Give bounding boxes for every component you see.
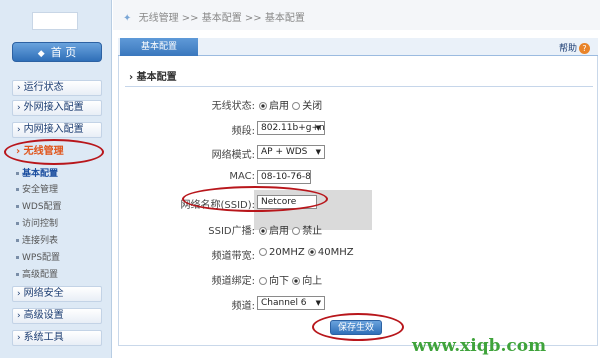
breadcrumb-item[interactable]: 无线管理 xyxy=(139,13,179,24)
channel-select[interactable]: Channel 6 ▼ xyxy=(257,296,325,310)
radio-20mhz[interactable] xyxy=(259,248,267,256)
radio-enable[interactable] xyxy=(259,102,267,110)
chevron-right-icon: › xyxy=(17,125,21,135)
home-label: 首 页 xyxy=(50,46,77,59)
dropdown-arrow-icon: ▼ xyxy=(315,124,321,132)
logo xyxy=(32,12,78,30)
bandwidth-radios: 20MHZ 40MHZ xyxy=(259,247,354,258)
radio-down[interactable] xyxy=(259,277,267,285)
ssid-broadcast-radios: 启用 禁止 xyxy=(259,222,322,237)
tab-basic-config[interactable]: 基本配置 xyxy=(120,38,198,56)
bullet-icon xyxy=(16,273,19,276)
menu-advanced-settings[interactable]: › 高级设置 xyxy=(12,308,102,324)
submenu-wds[interactable]: WDS配置 xyxy=(16,199,62,212)
breadcrumb-separator: >> xyxy=(181,13,199,24)
section-title: › 基本配置 xyxy=(129,72,177,83)
highlight-oval-ssid xyxy=(182,186,328,212)
submenu-security[interactable]: 安全管理 xyxy=(16,182,58,195)
submenu-access-control[interactable]: 访问控制 xyxy=(16,216,58,229)
highlight-oval-save xyxy=(312,313,404,341)
home-button[interactable]: ◆ 首 页 xyxy=(12,42,102,62)
highlight-oval-wireless xyxy=(4,139,104,165)
chevron-right-icon: › xyxy=(17,289,21,299)
bullet-icon xyxy=(16,172,19,175)
band-label: 频段: xyxy=(231,126,255,137)
menu-system-tools[interactable]: › 系统工具 xyxy=(12,330,102,346)
band-select[interactable]: 802.11b+g+n ▼ xyxy=(257,121,325,135)
channel-bind-radios: 向下 向上 xyxy=(259,272,322,287)
radio-up[interactable] xyxy=(292,277,301,285)
menu-network-security[interactable]: › 网络安全 xyxy=(12,286,102,302)
network-mode-select[interactable]: AP + WDS ▼ xyxy=(257,145,325,159)
chevron-right-icon: › xyxy=(17,83,21,93)
breadcrumb-separator: >> xyxy=(244,13,262,24)
bandwidth-label: 频道带宽: xyxy=(211,251,255,262)
wireless-state-radios: 启用 关闭 xyxy=(259,97,322,112)
submenu-wps[interactable]: WPS配置 xyxy=(16,250,60,263)
radio-forbid[interactable] xyxy=(292,227,301,235)
chevron-right-icon: › xyxy=(17,103,21,113)
dropdown-arrow-icon: ▼ xyxy=(315,148,321,156)
submenu-advanced-config[interactable]: 高级配置 xyxy=(16,267,58,280)
radio-enable[interactable] xyxy=(259,227,267,235)
channel-bind-label: 频道绑定: xyxy=(211,276,255,287)
chevron-right-icon: › xyxy=(17,311,21,321)
radio-40mhz[interactable] xyxy=(307,248,316,256)
menu-wan-config[interactable]: › 外网接入配置 xyxy=(12,100,102,116)
menu-run-status[interactable]: › 运行状态 xyxy=(12,80,102,96)
wireless-state-label: 无线状态: xyxy=(211,101,255,112)
menu-lan-config[interactable]: › 内网接入配置 xyxy=(12,122,102,138)
watermark: www.xiqb.com xyxy=(412,336,547,356)
bullet-icon xyxy=(16,239,19,242)
help-link[interactable]: 帮助? xyxy=(559,41,590,54)
bullet-icon xyxy=(16,205,19,208)
ssid-broadcast-label: SSID广播: xyxy=(208,226,255,237)
network-mode-label: 网络模式: xyxy=(211,150,255,161)
home-icon: ◆ xyxy=(37,49,45,59)
breadcrumb-item[interactable]: 基本配置 xyxy=(202,13,242,24)
topbar: ✦ 无线管理 >> 基本配置 >> 基本配置 xyxy=(113,0,600,30)
divider xyxy=(125,86,593,87)
mac-field[interactable]: 08-10-76-82 xyxy=(257,170,311,184)
breadcrumb-item: 基本配置 xyxy=(264,13,305,24)
dropdown-arrow-icon: ▼ xyxy=(315,299,321,307)
bullet-icon xyxy=(16,222,19,225)
bullet-icon xyxy=(16,256,19,259)
mac-label: MAC: xyxy=(229,171,255,182)
submenu-connection-list[interactable]: 连接列表 xyxy=(16,233,58,246)
help-icon: ? xyxy=(579,43,590,54)
chevron-right-icon: › xyxy=(17,333,21,343)
channel-label: 频道: xyxy=(231,301,255,312)
sidebar: ◆ 首 页 › 运行状态 › 外网接入配置 › 内网接入配置 › 无线管理 基本配置 安… xyxy=(0,0,112,358)
panel-header: 基本配置 帮助? xyxy=(118,38,598,56)
breadcrumb: ✦ 无线管理 >> 基本配置 >> 基本配置 xyxy=(123,9,305,24)
radio-disable[interactable] xyxy=(292,102,301,110)
bullet-icon xyxy=(16,188,19,191)
sparkle-icon: ✦ xyxy=(123,13,132,24)
submenu-basic-config[interactable]: 基本配置 xyxy=(16,166,58,179)
